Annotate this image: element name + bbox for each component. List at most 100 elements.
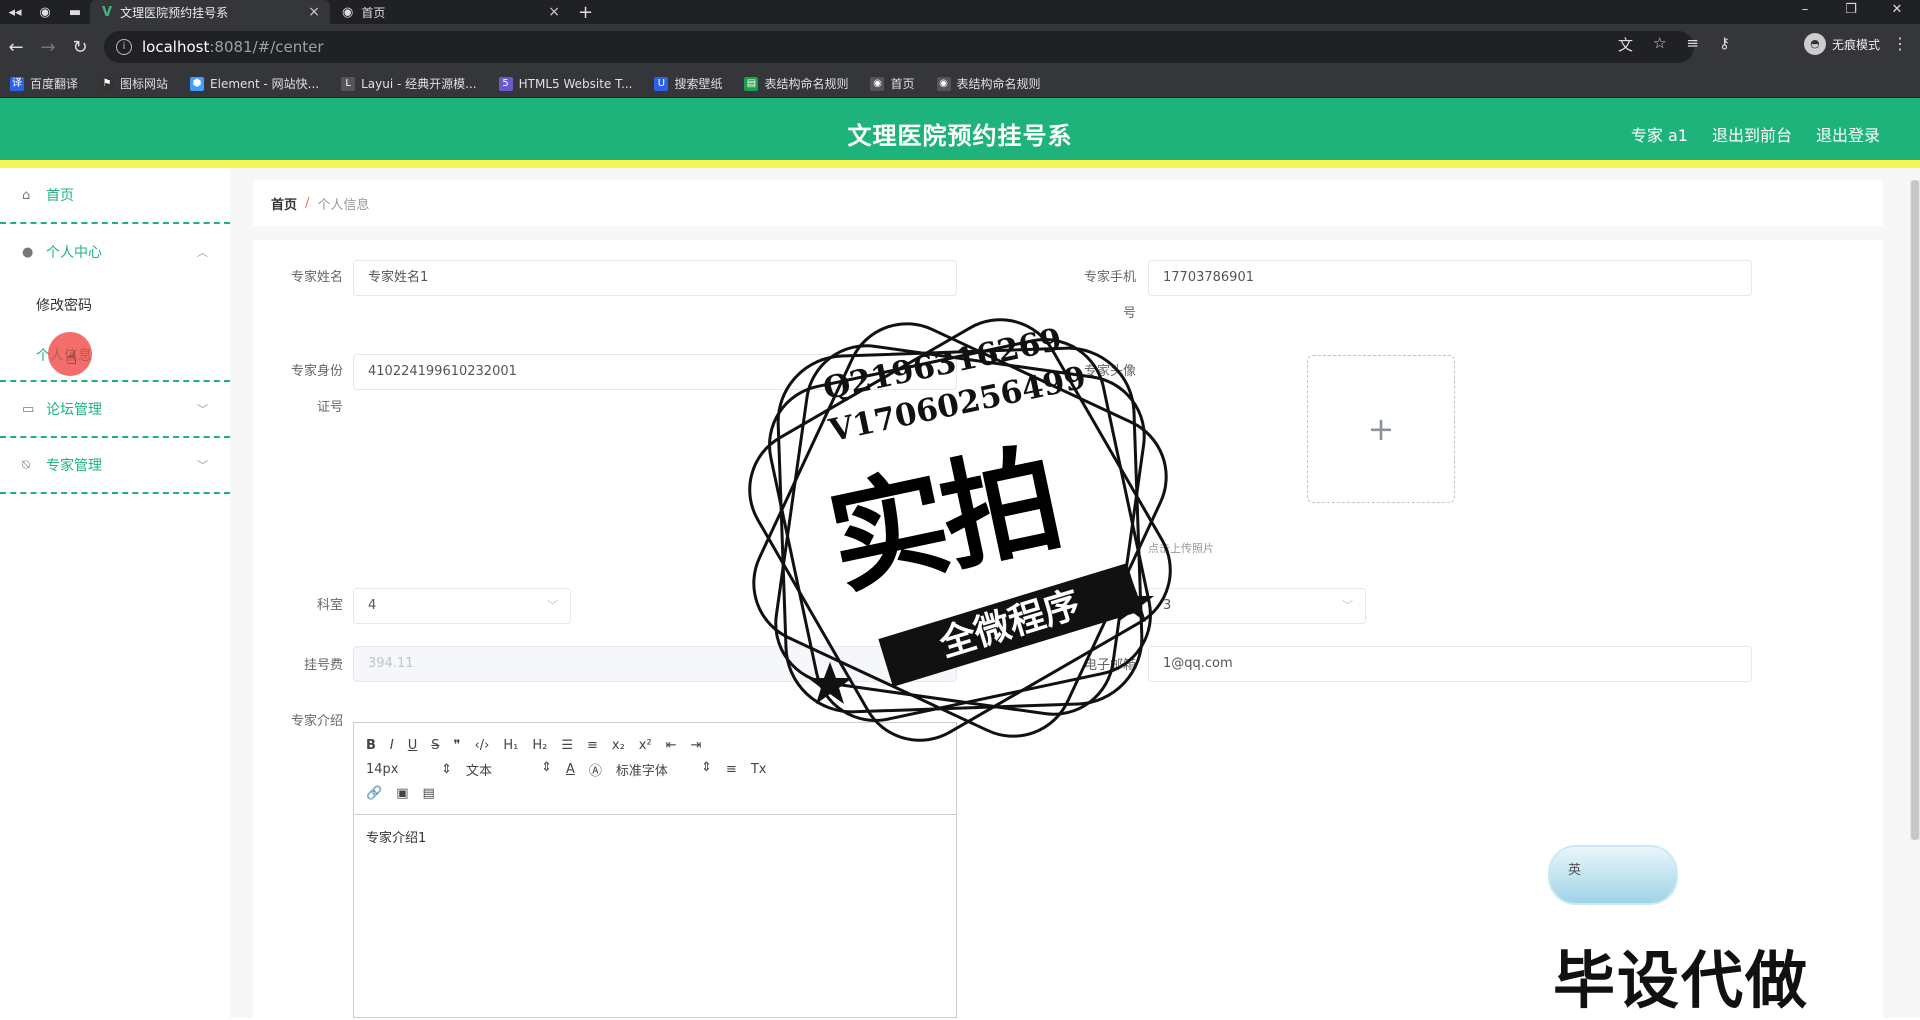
sidebar-item-change-password[interactable]: 修改密码	[0, 280, 230, 330]
outdent-icon[interactable]: ⇤	[666, 738, 677, 753]
ime-label: 英	[1568, 863, 1582, 878]
chevron-down-icon: ﹀	[197, 403, 208, 416]
sidebar-item-personal-info[interactable]: 个人信息	[0, 330, 230, 380]
globe-icon: ◉	[936, 76, 951, 91]
bookmark-item[interactable]: ⬢ Element - 网站快...	[190, 75, 319, 92]
menu-icon[interactable]: ⋮	[1892, 34, 1908, 53]
info-icon[interactable]: i	[116, 39, 132, 55]
personal-center-submenu: 修改密码 个人信息	[0, 280, 230, 382]
italic-icon[interactable]: I	[390, 738, 394, 753]
back-to-front-link[interactable]: 退出到前台	[1712, 122, 1792, 146]
close-icon[interactable]: ×	[308, 4, 320, 20]
editor-content[interactable]: 专家介绍1	[354, 815, 956, 858]
page-scrollbar[interactable]	[1910, 180, 1920, 840]
background-color-icon[interactable]: Ⓐ	[589, 760, 602, 779]
sheet-icon: ▤	[744, 76, 759, 91]
url-path: :8081/#/center	[209, 38, 324, 56]
incognito-icon: ◓	[1803, 33, 1826, 55]
html5-icon: 5	[498, 76, 513, 91]
superscript-icon[interactable]: x²	[639, 738, 652, 753]
font-family-select[interactable]: 标准字体 ⇕	[616, 760, 712, 779]
reload-icon[interactable]: ↻	[64, 37, 96, 58]
font-color-icon[interactable]: A	[566, 762, 575, 777]
chevron-up-icon: ︿	[197, 246, 208, 259]
bookmark-item[interactable]: 译百度翻译	[10, 75, 78, 92]
minimize-icon[interactable]: –	[1782, 0, 1828, 24]
media-icon[interactable]: ◂◂	[0, 0, 30, 24]
reading-list-icon[interactable]: ≡	[1686, 34, 1699, 55]
link-icon[interactable]: 🔗	[366, 786, 382, 801]
sidebar-item-label: 首页	[46, 188, 74, 204]
bookmark-item[interactable]: U 搜索壁纸	[654, 75, 722, 92]
sidebar-item-label: 论坛管理	[46, 402, 102, 418]
bookmark-item[interactable]: ◉ 首页	[870, 75, 915, 92]
star-icon[interactable]: ☆	[1653, 34, 1666, 55]
image-icon[interactable]: ▣	[396, 786, 408, 801]
ordered-list-icon[interactable]: ☰	[561, 738, 573, 753]
tab-title: 文理医院预约挂号系	[120, 5, 229, 20]
tab-group-icon[interactable]: ▬	[60, 0, 90, 24]
video-icon[interactable]: ▤	[422, 786, 434, 801]
updown-icon: ⇕	[701, 759, 712, 775]
bookmark-item[interactable]: ◉ 表结构命名规则	[936, 75, 1041, 92]
sidebar-item-personal-center[interactable]: ● 个人中心 ︿	[0, 224, 230, 280]
email-input[interactable]: 1@qq.com	[1148, 646, 1752, 682]
underline-icon[interactable]: U	[408, 738, 418, 753]
sidebar-item-forum[interactable]: ▭ 论坛管理 ﹀	[0, 382, 230, 438]
sidebar-item-label: 专家管理	[46, 458, 102, 474]
restore-icon[interactable]: ❐	[1828, 0, 1874, 24]
id-label-suffix: 证号	[316, 400, 343, 415]
close-window-icon[interactable]: ✕	[1874, 0, 1920, 24]
home-icon: ⌂	[22, 187, 31, 203]
translate-icon[interactable]: 文	[1618, 34, 1633, 55]
globe-icon[interactable]: ◉	[30, 0, 60, 24]
sidebar: ⌂ 首页 ● 个人中心 ︿ 修改密码 个人信息 ▭ 论坛管理 ﹀ ⍉ 专家管理 …	[0, 168, 230, 1018]
new-tab-button[interactable]: +	[578, 2, 593, 23]
breadcrumb-current: 个人信息	[317, 197, 370, 213]
h1-icon[interactable]: H₁	[503, 738, 518, 753]
plus-icon: +	[1367, 410, 1395, 448]
strike-icon[interactable]: S	[431, 738, 439, 753]
bookmark-item[interactable]: ▤ 表结构命名规则	[744, 75, 848, 92]
tab-hospital[interactable]: V 文理医院预约挂号系 ×	[90, 0, 330, 24]
bookmark-item[interactable]: 5 HTML5 Website T...	[498, 76, 632, 91]
sidebar-item-label: 个人中心	[46, 245, 102, 261]
url-input[interactable]: i localhost :8081/#/center	[104, 31, 1694, 63]
header-accent-line	[0, 160, 1920, 168]
bullet-list-icon[interactable]: ≡	[587, 738, 598, 753]
indent-icon[interactable]: ⇥	[691, 738, 702, 753]
intro-label: 专家介绍	[290, 714, 343, 729]
key-icon[interactable]: ⚷	[1719, 34, 1730, 55]
avatar-uploader[interactable]: +	[1307, 355, 1455, 503]
dept-select[interactable]: 4 ﹀	[353, 588, 571, 624]
phone-input[interactable]: 17703786901	[1148, 260, 1752, 296]
bookmark-item[interactable]: ⚑ 图标网站	[100, 75, 168, 92]
back-icon[interactable]: ←	[0, 37, 32, 58]
sidebar-item-home[interactable]: ⌂ 首页	[0, 168, 230, 224]
bold-icon[interactable]: B	[366, 738, 376, 753]
quote-icon[interactable]: ❞	[454, 738, 461, 753]
tab-home[interactable]: ◉ 首页 ×	[330, 0, 570, 24]
font-size-select[interactable]: 14px ⇕	[366, 762, 452, 777]
bookmark-item[interactable]: L Layui - 经典开源模...	[341, 75, 477, 92]
text-type-select[interactable]: 文本 ⇕	[466, 760, 552, 779]
breadcrumb-home[interactable]: 首页	[271, 194, 297, 213]
forward-icon[interactable]: →	[32, 37, 64, 58]
bookmarks-bar: 译百度翻译 ⚑ 图标网站 ⬢ Element - 网站快... L Layui - 经…	[0, 70, 1920, 98]
sidebar-item-expert[interactable]: ⍉ 专家管理 ﹀	[0, 438, 230, 494]
logout-link[interactable]: 退出登录	[1816, 122, 1880, 146]
updown-icon: ⇕	[441, 761, 452, 777]
flag-icon: ⚑	[100, 76, 115, 91]
current-user: 专家 a1	[1630, 126, 1688, 145]
incognito-badge[interactable]: ◓ 无痕模式	[1803, 33, 1880, 55]
scrollbar-thumb[interactable]	[1911, 180, 1919, 840]
code-icon[interactable]: ‹/›	[475, 738, 490, 753]
corner-watermark: 毕设代做	[1553, 944, 1810, 1017]
breadcrumb: 首页 / 个人信息	[253, 180, 1883, 226]
h2-icon[interactable]: H₂	[532, 738, 547, 753]
close-icon[interactable]: ×	[548, 4, 560, 20]
chevron-down-icon: ﹀	[197, 459, 208, 472]
incognito-label: 无痕模式	[1831, 37, 1880, 52]
subscript-icon[interactable]: x₂	[612, 738, 625, 753]
ime-widget[interactable]: 英	[1548, 845, 1678, 905]
